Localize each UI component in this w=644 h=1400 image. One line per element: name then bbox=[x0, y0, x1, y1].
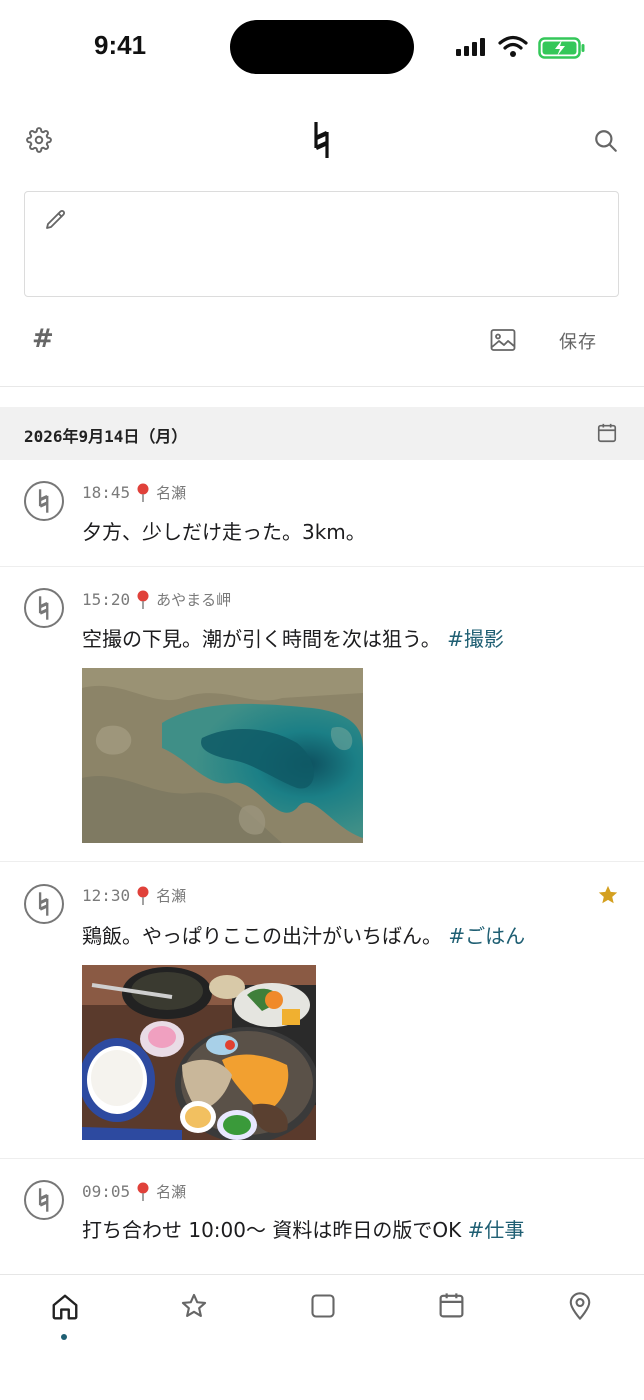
location-pin-icon bbox=[137, 886, 149, 905]
entry-location[interactable]: あやまる岬 bbox=[156, 589, 231, 610]
location-pin-icon bbox=[137, 1182, 149, 1201]
gear-icon[interactable] bbox=[26, 127, 52, 153]
cellular-signal-icon bbox=[456, 38, 485, 56]
active-tab-indicator bbox=[61, 1334, 67, 1340]
entry-text[interactable]: 打ち合わせ 10:00〜 資料は昨日の版でOK #仕事 bbox=[82, 1214, 524, 1243]
entry-avatar-icon bbox=[24, 884, 64, 924]
date-header-label: 2026年9月14日（月） bbox=[24, 427, 188, 446]
entry-text[interactable]: 空撮の下見。潮が引く時間を次は狙う。 #撮影 bbox=[82, 623, 504, 652]
square-icon[interactable] bbox=[309, 1292, 337, 1320]
divider bbox=[0, 386, 644, 387]
entry-location[interactable]: 名瀬 bbox=[156, 482, 186, 503]
keihan-meal-photo[interactable] bbox=[82, 965, 316, 1140]
entry-avatar-icon bbox=[24, 481, 64, 521]
home-icon[interactable] bbox=[50, 1292, 80, 1322]
calendar-icon[interactable] bbox=[596, 422, 618, 444]
natural-sign-logo bbox=[314, 122, 329, 158]
tab-bar-divider bbox=[0, 1274, 644, 1275]
entry-time: 09:05 bbox=[82, 1182, 131, 1201]
status-time: 9:41 bbox=[94, 30, 147, 60]
calendar-icon[interactable] bbox=[437, 1291, 466, 1320]
battery-icon bbox=[538, 37, 585, 59]
save-button[interactable]: 保存 bbox=[559, 328, 597, 354]
dynamic-island bbox=[230, 20, 414, 74]
entry-time: 12:30 bbox=[82, 886, 131, 905]
wifi-icon bbox=[498, 35, 528, 57]
compose-textarea[interactable] bbox=[24, 191, 619, 297]
star-filled-icon[interactable] bbox=[597, 884, 619, 906]
entry-meta: 09:05 名瀬 bbox=[82, 1181, 186, 1202]
star-icon[interactable] bbox=[180, 1292, 208, 1320]
entry-meta: 12:30 名瀬 bbox=[82, 885, 186, 906]
entry-text[interactable]: 夕方、少しだけ走った。3km。 bbox=[82, 516, 366, 545]
image-icon[interactable] bbox=[490, 328, 516, 352]
entry-meta: 15:20 あやまる岬 bbox=[82, 589, 231, 610]
entry-tag[interactable]: #仕事 bbox=[468, 1218, 525, 1242]
location-pin-icon bbox=[137, 483, 149, 502]
entry-tag[interactable]: #撮影 bbox=[447, 627, 504, 651]
entry-avatar-icon bbox=[24, 1180, 64, 1220]
entry-divider bbox=[0, 861, 644, 862]
location-pin-icon bbox=[137, 590, 149, 609]
entry-location[interactable]: 名瀬 bbox=[156, 1181, 186, 1202]
search-icon[interactable] bbox=[593, 128, 619, 154]
entry-time: 15:20 bbox=[82, 590, 131, 609]
entry-divider bbox=[0, 1158, 644, 1159]
hashtag-button[interactable]: # bbox=[32, 324, 54, 354]
aerial-reef-photo[interactable] bbox=[82, 668, 363, 843]
pencil-icon bbox=[46, 210, 65, 229]
entry-location[interactable]: 名瀬 bbox=[156, 885, 186, 906]
entry-text[interactable]: 鶏飯。やっぱりここの出汁がいちばん。 #ごはん bbox=[82, 920, 525, 949]
map-pin-icon[interactable] bbox=[566, 1291, 594, 1321]
entry-meta: 18:45 名瀬 bbox=[82, 482, 186, 503]
entry-divider bbox=[0, 566, 644, 567]
entry-tag[interactable]: #ごはん bbox=[448, 924, 525, 948]
entry-avatar-icon bbox=[24, 588, 64, 628]
entry-time: 18:45 bbox=[82, 483, 131, 502]
